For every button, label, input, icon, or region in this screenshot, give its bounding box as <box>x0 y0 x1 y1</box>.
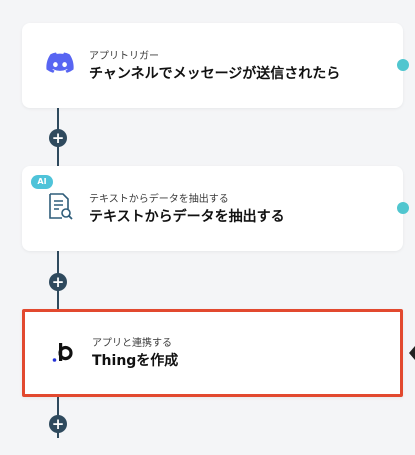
step-card-ai-extract[interactable]: テキストからデータを抽出する テキストからデータを抽出する <box>22 166 409 251</box>
step-title: Thingを作成 <box>92 353 179 369</box>
workflow-canvas: アプリトリガー チャンネルでメッセージが送信されたら + テキストからデータを抽… <box>0 0 415 455</box>
document-search-icon <box>42 188 78 224</box>
step-subtitle: アプリトリガー <box>89 51 159 62</box>
step-subtitle: アプリと連携する <box>92 338 172 349</box>
step-card-trigger[interactable]: アプリトリガー チャンネルでメッセージが送信されたら <box>22 23 409 108</box>
step-title: テキストからデータを抽出する <box>89 209 285 225</box>
add-step-button[interactable]: + <box>49 129 67 147</box>
step-subtitle: テキストからデータを抽出する <box>89 194 229 205</box>
connector-arrow <box>409 346 415 360</box>
bubble-icon <box>45 335 81 371</box>
ai-badge: AI <box>31 175 53 189</box>
step-title: チャンネルでメッセージが送信されたら <box>89 66 341 82</box>
add-step-button[interactable]: + <box>49 415 67 433</box>
connector-dot <box>397 59 409 71</box>
connector-dot <box>397 202 409 214</box>
add-step-button[interactable]: + <box>49 273 67 291</box>
step-card-bubble-create[interactable]: アプリと連携する Thingを作成 <box>22 309 403 397</box>
discord-icon <box>42 45 78 81</box>
